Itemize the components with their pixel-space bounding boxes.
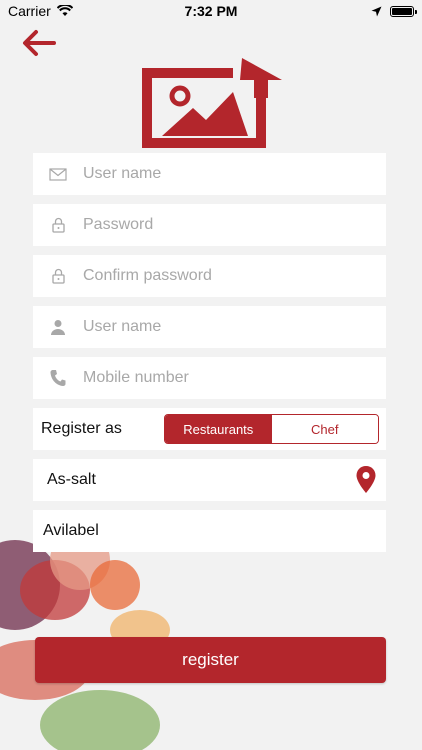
- status-time: 7:32 PM: [184, 3, 238, 19]
- mobile-placeholder: Mobile number: [83, 369, 189, 386]
- person-icon: [33, 319, 83, 335]
- username-placeholder: User name: [83, 165, 162, 182]
- name-field[interactable]: User name: [33, 306, 386, 348]
- segment-restaurants[interactable]: Restaurants: [165, 415, 272, 443]
- availability-value: Avilabel: [43, 522, 99, 539]
- lock-icon: [33, 217, 83, 233]
- status-right: [371, 5, 417, 17]
- segment-chef[interactable]: Chef: [271, 415, 378, 443]
- register-as-segmented-control: Restaurants Chef: [164, 414, 379, 444]
- confirm-password-field[interactable]: Confirm password: [33, 255, 386, 297]
- image-upload-logo-icon: [142, 58, 282, 148]
- battery-icon: [390, 5, 417, 17]
- availability-field[interactable]: Avilabel: [33, 510, 386, 552]
- username-field[interactable]: User name: [33, 153, 386, 195]
- wifi-icon: [56, 5, 73, 16]
- mobile-field[interactable]: Mobile number: [33, 357, 386, 399]
- register-button[interactable]: register: [35, 637, 386, 683]
- status-bar: Carrier 7:32 PM: [0, 0, 422, 22]
- password-field[interactable]: Password: [33, 204, 386, 246]
- register-as-row: Register as Restaurants Chef: [33, 408, 386, 450]
- confirm-password-placeholder: Confirm password: [83, 267, 212, 284]
- status-left: Carrier: [8, 3, 73, 19]
- envelope-icon: [33, 167, 83, 181]
- lock-icon: [33, 268, 83, 284]
- back-button[interactable]: [20, 28, 58, 58]
- password-placeholder: Password: [83, 216, 154, 233]
- location-value: As-salt: [47, 471, 96, 488]
- app-logo: [138, 58, 284, 148]
- location-field[interactable]: As-salt: [33, 459, 386, 501]
- map-pin-icon[interactable]: [356, 466, 376, 494]
- register-as-label: Register as: [41, 420, 122, 437]
- arrow-left-icon: [23, 30, 56, 56]
- carrier-label: Carrier: [8, 3, 51, 19]
- name-placeholder: User name: [83, 318, 162, 335]
- phone-icon: [33, 369, 83, 387]
- location-arrow-icon: [371, 6, 382, 16]
